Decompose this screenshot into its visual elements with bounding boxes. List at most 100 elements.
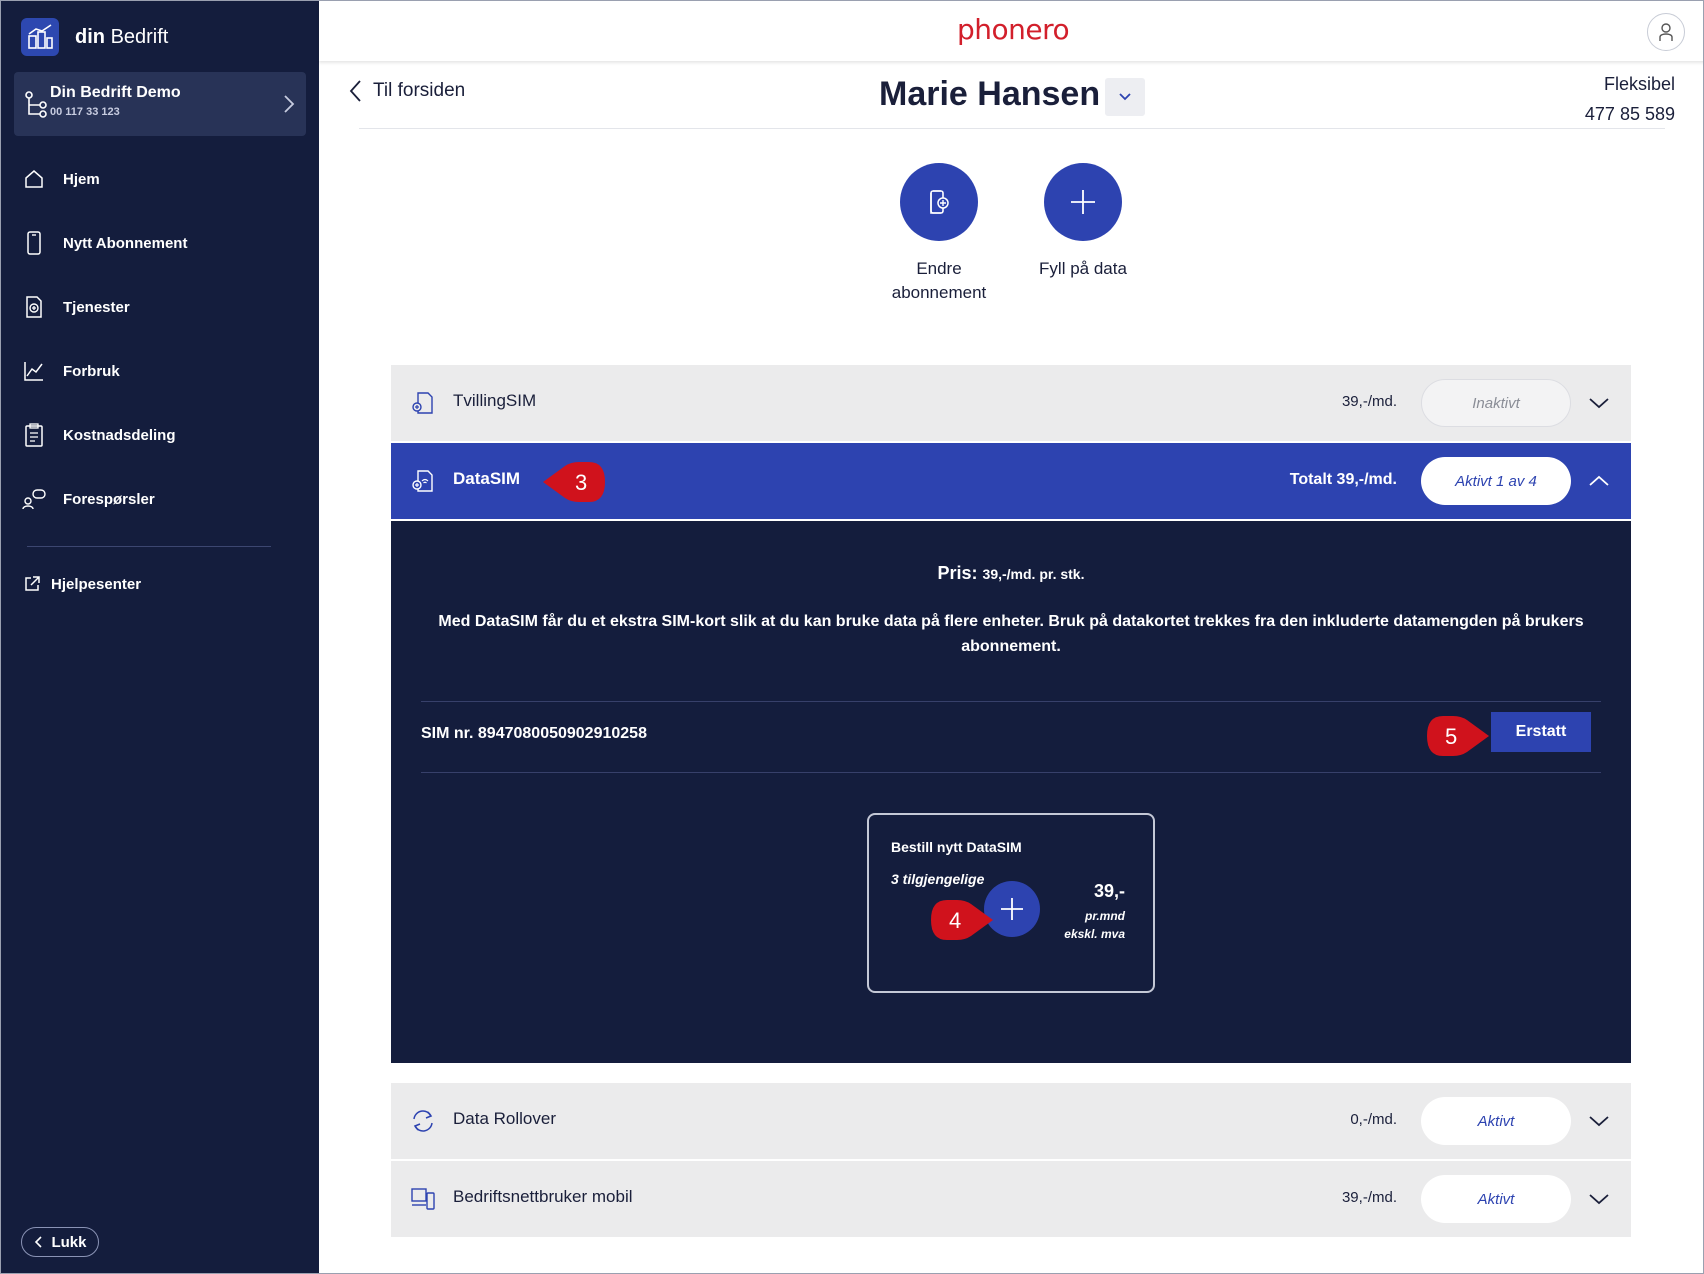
brand[interactable]: din Bedrift xyxy=(21,17,168,57)
service-name: DataSIM xyxy=(453,469,521,488)
service-row-tvillingsim[interactable]: TvillingSIM 39,-/md. Inaktivt xyxy=(391,365,1631,441)
chevron-down-icon[interactable] xyxy=(1587,1109,1611,1133)
service-name: Data Rollover xyxy=(453,1109,556,1128)
phone-number: 477 85 589 xyxy=(1584,104,1675,124)
chevron-up-icon[interactable] xyxy=(1587,469,1611,493)
help-center-link[interactable]: Hjelpesenter xyxy=(23,575,141,593)
service-row-data-rollover[interactable]: Data Rollover 0,-/md. Aktivt xyxy=(391,1083,1631,1159)
header-divider xyxy=(359,128,1665,129)
services-icon xyxy=(21,293,47,321)
usage-chart-icon xyxy=(21,357,47,385)
org-tree-icon xyxy=(25,91,47,118)
datasim-details-panel: Pris: 39,-/md. pr. stk. Med DataSIM får … xyxy=(391,521,1631,1063)
service-price: 0,-/md. xyxy=(1350,1111,1397,1128)
company-name: Din Bedrift Demo xyxy=(50,84,181,101)
service-price: 39,-/md. xyxy=(1341,393,1397,410)
phone-settings-icon xyxy=(930,190,949,214)
datasim-description: Med DataSIM får du et ekstra SIM-kort sl… xyxy=(438,613,1584,655)
status-badge[interactable]: Aktivt xyxy=(1421,1175,1571,1223)
panel-divider xyxy=(421,701,1601,702)
order-title: Bestill nytt DataSIM xyxy=(891,839,1022,855)
order-unit-line2: ekskl. mva xyxy=(1064,927,1125,941)
refill-data-action[interactable]: Fyll på data xyxy=(1013,163,1153,281)
price-value: 39,-/md. pr. stk. xyxy=(982,566,1085,582)
step-marker-3: 3 xyxy=(541,460,611,504)
brand-logo-icon xyxy=(21,18,59,56)
sidebar-item-label: Kostnadsdeling xyxy=(63,426,176,444)
refill-data-button[interactable] xyxy=(1044,163,1122,241)
user-name-title: Marie Hansen xyxy=(879,75,1101,113)
status-badge[interactable]: Inaktivt xyxy=(1421,379,1571,427)
sidebar-nav: Hjem Nytt Abonnement Tjenester Forbruk K… xyxy=(1,147,319,531)
price-info: Pris: 39,-/md. pr. stk. xyxy=(391,563,1631,584)
price-label: Pris: xyxy=(937,563,978,583)
back-label: Til forsiden xyxy=(373,80,466,101)
refill-data-label: Fyll på data xyxy=(1039,259,1127,278)
order-datasim-card: Bestill nytt DataSIM 3 tilgjengelige 39,… xyxy=(867,813,1155,993)
chevron-left-icon xyxy=(35,1236,43,1248)
replace-sim-button[interactable]: Erstatt xyxy=(1491,712,1591,752)
close-sidebar-button[interactable]: Lukk xyxy=(21,1227,99,1257)
plus-icon xyxy=(1071,190,1095,214)
external-link-icon xyxy=(25,576,40,591)
main-content: phonero Til forsiden Marie Hansen Fleksi… xyxy=(319,1,1703,1273)
chevron-down-icon xyxy=(1119,93,1131,101)
service-row-bedriftsnettbruker[interactable]: Bedriftsnettbruker mobil 39,-/md. Aktivt xyxy=(391,1161,1631,1237)
chevron-left-icon xyxy=(349,80,361,102)
profile-button[interactable] xyxy=(1647,13,1685,51)
step-marker-4: 4 xyxy=(925,898,995,942)
order-available: 3 tilgjengelige xyxy=(891,871,985,887)
status-badge[interactable]: Aktivt 1 av 4 xyxy=(1421,457,1571,505)
service-price: 39,-/md. xyxy=(1341,1189,1397,1206)
phone-icon xyxy=(21,229,47,257)
service-name: TvillingSIM xyxy=(453,391,537,410)
network-user-icon xyxy=(411,1188,435,1210)
sidebar-item-label: Tjenester xyxy=(63,298,130,316)
sidebar-item-label: Hjem xyxy=(63,170,100,188)
home-icon xyxy=(21,165,47,193)
subscription-info: Fleksibel 477 85 589 xyxy=(1585,69,1675,129)
sidebar-item-label: Forbruk xyxy=(63,362,120,380)
plus-icon xyxy=(1001,898,1023,920)
order-price: 39,- xyxy=(1093,881,1125,901)
user-dropdown-button[interactable] xyxy=(1105,78,1145,116)
service-name: Bedriftsnettbruker mobil xyxy=(453,1187,633,1206)
status-badge[interactable]: Aktivt xyxy=(1421,1097,1571,1145)
phonero-logo[interactable]: phonero xyxy=(957,13,1070,46)
change-subscription-action[interactable]: Endre abonnement xyxy=(869,163,1009,305)
sidebar-item-tjenester[interactable]: Tjenester xyxy=(1,275,319,339)
change-label-line2: abonnement xyxy=(891,283,987,302)
sidebar-item-hjem[interactable]: Hjem xyxy=(1,147,319,211)
user-icon xyxy=(1659,23,1673,41)
back-link[interactable]: Til forsiden xyxy=(349,79,465,103)
company-number: 00 117 33 123 xyxy=(50,106,120,118)
change-subscription-button[interactable] xyxy=(900,163,978,241)
sidebar-item-forbruk[interactable]: Forbruk xyxy=(1,339,319,403)
top-bar: phonero xyxy=(319,1,1703,61)
help-center-label: Hjelpesenter xyxy=(51,575,142,593)
sidebar-item-nytt-abonnement[interactable]: Nytt Abonnement xyxy=(1,211,319,275)
brand-prefix: din xyxy=(75,25,105,48)
sidebar-item-label: Forespørsler xyxy=(63,490,155,508)
plan-name: Fleksibel xyxy=(1603,74,1675,94)
sidebar: din Bedrift Din Bedrift Demo 00 117 33 1… xyxy=(1,1,319,1273)
chevron-down-icon[interactable] xyxy=(1587,391,1611,415)
sidebar-divider xyxy=(27,546,271,547)
step-marker-5: 5 xyxy=(1421,714,1491,758)
twin-sim-icon xyxy=(412,392,433,414)
change-label-line1: Endre xyxy=(916,259,962,278)
requests-icon xyxy=(21,485,47,513)
brand-suffix: Bedrift xyxy=(110,25,169,48)
sidebar-item-foresporsler[interactable]: Forespørsler xyxy=(1,467,319,531)
service-price: Totalt 39,-/md. xyxy=(1289,471,1397,488)
data-sim-icon xyxy=(412,470,433,492)
chevron-down-icon[interactable] xyxy=(1587,1187,1611,1211)
chevron-right-icon xyxy=(284,95,295,113)
sidebar-item-kostnadsdeling[interactable]: Kostnadsdeling xyxy=(1,403,319,467)
clipboard-icon xyxy=(21,421,47,449)
company-switcher[interactable]: Din Bedrift Demo 00 117 33 123 xyxy=(14,72,306,136)
sim-number: SIM nr. 8947080050902910258 xyxy=(421,725,647,742)
close-label: Lukk xyxy=(51,1233,87,1251)
rollover-icon xyxy=(413,1110,433,1132)
order-unit-line1: pr.mnd xyxy=(1084,909,1125,923)
